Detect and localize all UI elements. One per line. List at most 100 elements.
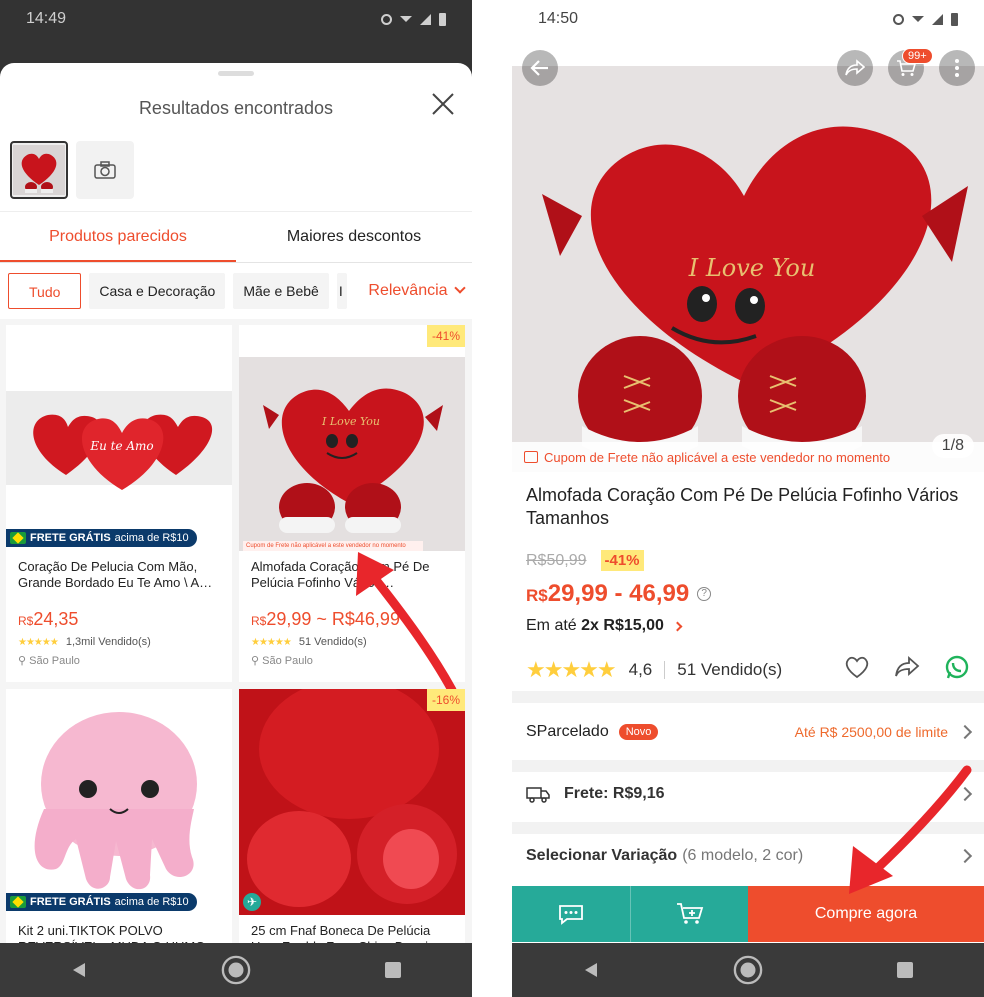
frete-gratis-badge: FRETE GRÁTIS acima de R$10	[6, 893, 197, 911]
rating-value: 4,6	[628, 659, 653, 679]
product-name: Kit 2 uni.TIKTOK POLVO REVERSÍVEL - MUDA…	[18, 923, 218, 943]
whatsapp-icon[interactable]	[944, 654, 970, 685]
image-thumbnails	[0, 141, 472, 199]
truck-icon	[526, 787, 550, 803]
favorite-heart-icon[interactable]	[844, 655, 870, 684]
frete-row[interactable]: Frete: R$9,16	[512, 766, 984, 822]
android-nav-bar	[0, 943, 472, 997]
location-pin-icon: ⚲	[18, 655, 30, 667]
results-sheet: Resultados encontrados Produtos parecido…	[0, 63, 472, 943]
cart-badge: 99+	[902, 48, 933, 64]
product-card[interactable]: -16% ✈ 25 cm Fnaf Boneca De Pelúcia Urso…	[239, 689, 465, 943]
rating-stars-icon: ★★★★★	[526, 656, 617, 682]
filter-casa-decoracao[interactable]: Casa e Decoração	[89, 273, 226, 309]
product-image: ✈	[239, 689, 465, 915]
cupom-notice: Cupom de Frete não aplicável a este vend…	[243, 541, 423, 551]
airplane-icon: ✈	[243, 893, 261, 911]
mute-icon	[893, 13, 904, 25]
tab-maiores-descontos[interactable]: Maiores descontos	[236, 212, 472, 262]
recents-nav-icon[interactable]	[890, 955, 920, 985]
discount-badge: -41%	[600, 550, 644, 571]
variation-label: Selecionar Variação	[526, 847, 678, 864]
wifi-icon	[400, 16, 412, 22]
mute-icon	[381, 13, 392, 25]
cupom-notice: Cupom de Frete não aplicável a este vend…	[512, 442, 984, 472]
chat-button[interactable]	[512, 886, 630, 942]
heart-plush-image: I Love You	[512, 66, 984, 472]
search-image-thumbnail[interactable]	[10, 141, 68, 199]
sheet-title: Resultados encontrados	[138, 98, 334, 118]
product-name: Almofada Coração Com Pé De Pelúcia Fofin…	[251, 559, 430, 590]
battery-icon	[951, 12, 958, 26]
back-nav-icon[interactable]	[64, 955, 94, 985]
buy-now-button[interactable]: Compre agora	[748, 886, 984, 942]
frete-gratis-badge: FRETE GRÁTIS acima de R$10	[6, 529, 197, 547]
status-bar: 14:49	[0, 0, 472, 38]
limit-text: Até R$ 2500,00 de limite	[794, 724, 948, 740]
chevron-right-icon	[672, 621, 683, 632]
installments[interactable]: Em até 2x R$15,00	[526, 617, 683, 635]
left-screenshot: 14:49 Resultados encontrados Produtos pa…	[0, 0, 472, 997]
share-button[interactable]	[837, 50, 873, 86]
brazil-flag-icon	[10, 532, 26, 544]
recents-nav-icon[interactable]	[378, 955, 408, 985]
back-button[interactable]	[522, 50, 558, 86]
product-location: ⚲ São Paulo	[251, 655, 313, 667]
filter-tudo[interactable]: Tudo	[8, 273, 82, 309]
signal-icon	[420, 13, 431, 25]
wifi-icon	[912, 16, 924, 22]
filter-mae-bebe[interactable]: Mãe e Bebê	[233, 273, 329, 309]
add-cart-icon	[676, 903, 703, 924]
category-filters: Tudo Casa e Decoração Mãe e Bebê I Relev…	[0, 263, 472, 319]
home-nav-icon[interactable]	[221, 955, 251, 985]
product-card[interactable]: -41% I Love You Cupom de Frete não aplic…	[239, 325, 465, 682]
filter-more[interactable]: I	[336, 273, 347, 309]
product-title: Almofada Coração Com Pé De Pelúcia Fofin…	[526, 485, 959, 528]
product-meta: ★★★★★ 1,3mil Vendido(s)	[18, 636, 151, 648]
product-image: I Love You Cupom de Frete não aplicável …	[239, 325, 465, 551]
product-grid: Eu te Amo FRETE GRÁTIS acima de R$10 Cora…	[0, 319, 472, 943]
close-icon[interactable]	[430, 91, 456, 117]
sparcelado-row[interactable]: SParcelado Novo Até R$ 2500,00 de limite	[512, 704, 984, 760]
chevron-right-icon	[957, 848, 973, 864]
more-options-button[interactable]	[939, 50, 975, 86]
chat-icon	[559, 905, 583, 925]
brazil-flag-icon	[10, 896, 26, 908]
novo-badge: Novo	[618, 724, 659, 740]
back-arrow-icon	[530, 60, 548, 76]
result-tabs: Produtos parecidos Maiores descontos	[0, 211, 472, 263]
tab-produtos-parecidos[interactable]: Produtos parecidos	[0, 212, 236, 262]
signal-icon	[932, 13, 943, 25]
variation-row[interactable]: Selecionar Variação (6 modelo, 2 cor)	[512, 828, 984, 884]
product-card[interactable]: Eu te Amo FRETE GRÁTIS acima de R$10 Cora…	[6, 325, 232, 682]
cupom-icon	[524, 451, 538, 463]
status-time: 14:50	[538, 10, 579, 27]
discount-badge: -41%	[426, 325, 465, 347]
product-image-carousel[interactable]: I Love You Cupom de Frete não aplicável …	[512, 66, 984, 472]
product-price: R$24,35	[18, 609, 79, 629]
product-name: Coração De Pelucia Com Mão, Grande Borda…	[18, 559, 213, 590]
bottom-action-bar: Compre agora	[512, 886, 984, 942]
sparcelado-label: SParcelado	[526, 723, 609, 740]
share-icon[interactable]	[894, 655, 920, 683]
add-to-cart-button[interactable]	[630, 886, 748, 942]
original-price: R$50,99	[526, 551, 587, 569]
home-nav-icon[interactable]	[733, 955, 763, 985]
product-name: 25 cm Fnaf Boneca De Pelúcia Urso Freddy…	[251, 923, 448, 943]
product-price: R$29,99 ~ R$46,99	[251, 609, 400, 629]
help-icon[interactable]: ?	[697, 587, 712, 601]
chevron-right-icon	[957, 786, 973, 802]
back-nav-icon[interactable]	[576, 955, 606, 985]
sheet-handle[interactable]	[218, 71, 254, 76]
location-pin-icon: ⚲	[251, 655, 263, 667]
battery-icon	[439, 12, 446, 26]
section-divider	[512, 691, 984, 703]
product-card[interactable]: FRETE GRÁTIS acima de R$10 Kit 2 uni.TIKT…	[6, 689, 232, 943]
sort-dropdown[interactable]: Relevância	[368, 282, 466, 300]
status-time: 14:49	[26, 10, 67, 27]
price-original-row: R$50,99 -41%	[526, 550, 644, 571]
product-image: Eu te Amo FRETE GRÁTIS acima de R$10	[6, 325, 232, 551]
right-screenshot: 14:50 I Love You Cupom de Frete não apli…	[512, 0, 984, 997]
camera-button[interactable]	[76, 141, 134, 199]
product-image: FRETE GRÁTIS acima de R$10	[6, 689, 232, 915]
